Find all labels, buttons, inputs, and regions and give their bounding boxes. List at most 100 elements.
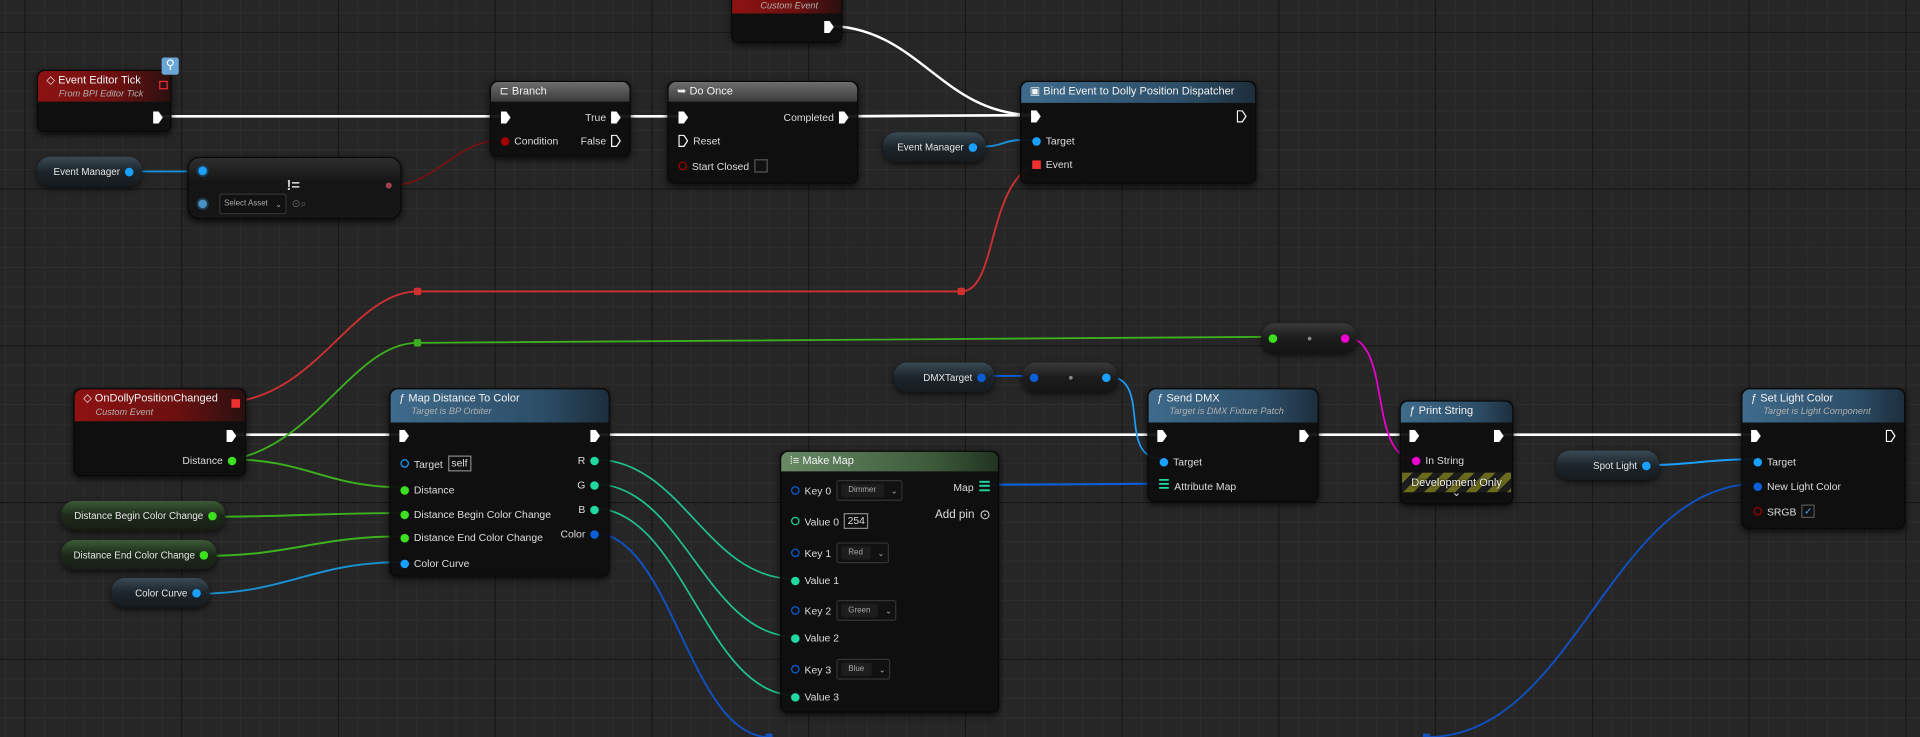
do-once-node[interactable]: ➥ Do Once Completed Reset Start Closed [667,80,859,184]
asset-validity-node[interactable]: Select Asset ⌄ ⊙⌕ != [187,156,402,220]
print-string-node[interactable]: ƒ Print String In String Development Onl… [1399,400,1514,505]
exec-in-pin[interactable] [500,111,511,124]
key-pin[interactable] [791,664,800,674]
object-pin[interactable] [977,372,986,382]
value-pin[interactable] [791,576,800,585]
exec-out-pin[interactable] [824,20,834,34]
object-pin[interactable] [198,166,207,176]
b-pin[interactable] [590,505,599,514]
value-pin[interactable] [791,692,800,702]
target-pin[interactable] [1753,457,1763,466]
branch-node[interactable]: ⊏ Branch True Condition False [489,80,631,157]
event-manager-variable[interactable]: Event Manager [36,156,143,187]
r-pin[interactable] [590,456,599,465]
key-dropdown[interactable]: Red ⌄ [836,542,890,564]
wire-knot[interactable] [413,287,422,296]
exec-in-pin[interactable] [1157,429,1167,443]
key-pin[interactable] [791,548,800,558]
value-input[interactable]: 254 [843,513,869,529]
string-out-pin[interactable] [1340,333,1350,343]
exec-out-pin[interactable] [153,111,163,124]
exec-in-pin[interactable] [1751,429,1761,443]
exec-out-pin[interactable] [1493,429,1504,443]
expand-chevron-icon[interactable]: ⌄ [1401,487,1512,498]
distance-begin-variable[interactable]: Distance Begin Color Change [61,500,226,531]
condition-pin[interactable] [500,136,510,146]
on-dolly-position-changed-node[interactable]: ◇ OnDollyPositionChanged Custom Event Dis… [73,388,247,477]
color-curve-variable[interactable]: Color Curve [111,577,210,608]
attribute-map-pin[interactable]: ☰ [1158,479,1169,492]
float-pin[interactable] [208,511,217,520]
color-curve-pin[interactable] [400,558,409,568]
asset-pin[interactable] [198,199,207,209]
send-dmx-node[interactable]: ƒ Send DMX Target is DMX Fixture Patch Ta… [1147,388,1319,503]
g-pin[interactable] [590,480,599,490]
map-out-pin[interactable]: ☰ [979,479,991,495]
color-pin[interactable] [590,529,599,539]
distance-begin-pin[interactable] [400,510,409,519]
add-pin-icon[interactable]: ⊙ [979,507,990,523]
exec-out-pin[interactable] [1236,110,1247,123]
completed-exec-pin[interactable] [838,111,849,124]
float-pin[interactable] [199,550,209,559]
distance-end-variable[interactable]: Distance End Color Change [61,540,217,570]
distance-pin[interactable] [400,485,409,495]
wire-knot[interactable] [957,287,965,296]
exec-in-pin[interactable] [399,429,409,443]
exec-in-pin[interactable] [1409,429,1420,443]
object-pin[interactable] [1642,461,1651,470]
blueprint-graph-canvas[interactable]: Custom Event ◇ Event Editor Tick From BPI… [0,0,1920,737]
bool-out-pin[interactable] [385,182,392,189]
target-pin[interactable] [1032,136,1041,146]
delegate-pin[interactable] [159,80,168,90]
spot-light-variable[interactable]: Spot Light [1556,450,1660,481]
dmx-target-variable[interactable]: DMXTarget [893,362,995,392]
exec-out-pin[interactable] [226,429,237,443]
exec-in-pin[interactable] [1031,110,1041,123]
out-pin[interactable] [1102,372,1111,382]
value-pin[interactable] [791,633,800,643]
srgb-checkbox[interactable]: ✓ [1801,504,1815,518]
start-closed-checkbox[interactable] [754,159,768,173]
distance-pin[interactable] [227,456,237,465]
in-string-pin[interactable] [1411,456,1421,465]
target-pin[interactable] [400,459,409,468]
browse-icon[interactable]: ⊙⌕ [292,197,307,210]
key-dropdown[interactable]: Green ⌄ [836,600,897,621]
target-pin[interactable] [1159,457,1169,466]
exec-out-pin[interactable] [1299,429,1309,443]
float-in-pin[interactable] [1268,333,1278,343]
start-closed-pin[interactable] [678,161,687,171]
reset-exec-pin[interactable] [678,134,689,147]
distance-end-pin[interactable] [400,533,409,542]
select-asset-dropdown[interactable]: Select Asset ⌄ [219,193,287,215]
delegate-pin[interactable] [231,399,241,408]
true-exec-pin[interactable] [611,111,621,124]
exec-in-pin[interactable] [678,111,689,124]
bind-event-node[interactable]: ▣ Bind Event to Dolly Position Dispatche… [1020,80,1257,184]
false-exec-pin[interactable] [611,134,621,147]
exec-out-pin[interactable] [590,429,601,443]
key-dropdown[interactable]: Blue ⌄ [836,658,891,680]
wire-knot[interactable] [413,339,422,347]
in-pin[interactable] [1029,372,1039,382]
exec-out-pin[interactable] [1885,429,1896,443]
wire-knot[interactable] [765,733,773,737]
set-light-color-node[interactable]: ƒ Set Light Color Target is Light Compone… [1741,388,1906,529]
wire-knot[interactable] [1422,733,1431,737]
make-map-node[interactable]: ⁞≡ Make Map Map ☰ Add pin ⊙ Key 0 Dimmer ⌄ V… [780,450,1000,713]
key-pin[interactable] [791,486,800,495]
srgb-pin[interactable] [1753,506,1763,516]
object-pin[interactable] [124,167,134,176]
key-dropdown[interactable]: Dimmer ⌄ [836,480,903,501]
key-pin[interactable] [791,606,800,615]
event-editor-tick-node[interactable]: ◇ Event Editor Tick From BPI Editor Tick [36,69,172,133]
custom-event-node-top[interactable]: Custom Event [731,0,843,43]
value-pin[interactable] [791,516,800,526]
event-delegate-pin[interactable] [1032,159,1041,169]
map-distance-to-color-node[interactable]: ƒ Map Distance To Color Target is BP Orbi… [389,388,610,577]
object-pin[interactable] [192,588,201,597]
reroute-node-green[interactable] [1261,323,1357,353]
reroute-node-blue[interactable] [1022,362,1118,392]
new-light-color-pin[interactable] [1753,481,1763,491]
